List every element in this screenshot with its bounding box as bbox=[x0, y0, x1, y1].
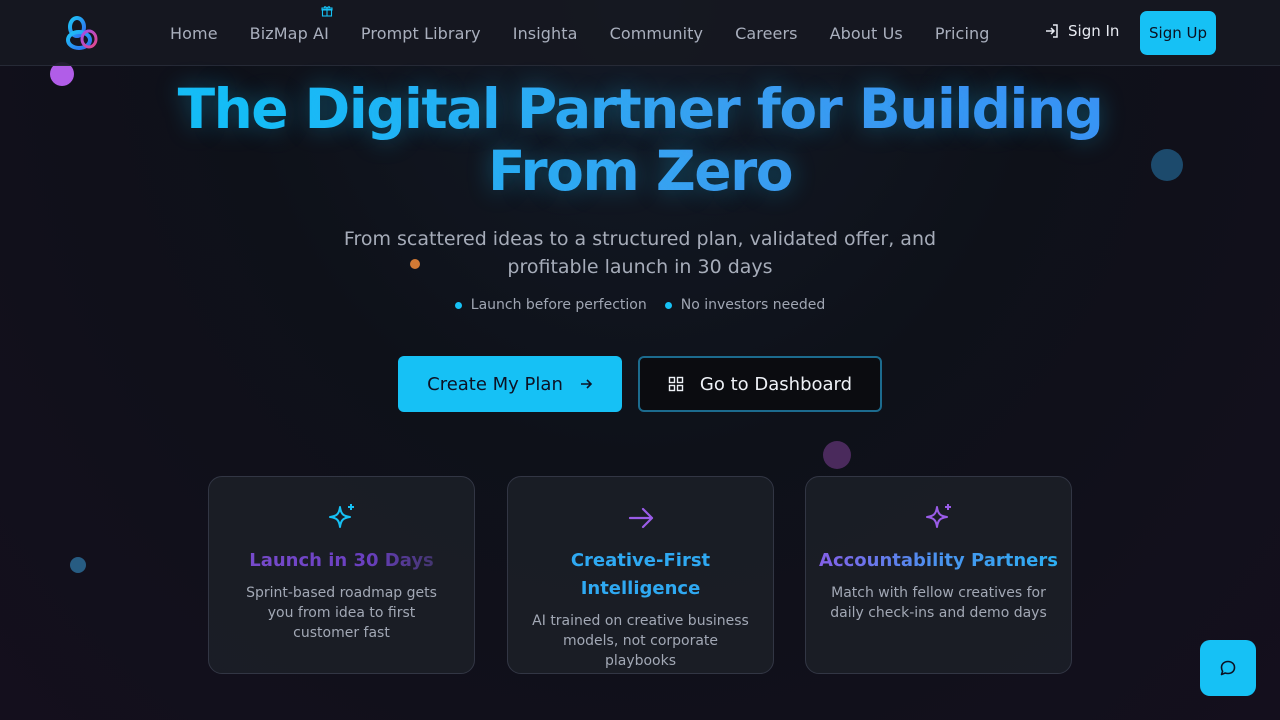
hero-title-line-2: From Zero bbox=[487, 139, 794, 203]
decor-dot-blue-small bbox=[70, 557, 86, 573]
nav-links: Home BizMap AI Prompt Library Insighta C… bbox=[170, 0, 1022, 66]
nav-link-careers[interactable]: Careers bbox=[735, 24, 798, 43]
nav-link-community[interactable]: Community bbox=[610, 24, 704, 43]
hero-subtitle: From scattered ideas to a structured pla… bbox=[320, 225, 960, 281]
nav-link-bizmap-ai[interactable]: BizMap AI bbox=[249, 5, 333, 43]
card-description: Match with fellow creatives for daily ch… bbox=[830, 585, 1047, 621]
nav-link-pricing[interactable]: Pricing bbox=[935, 24, 990, 43]
create-my-plan-button[interactable]: Create My Plan bbox=[398, 356, 622, 412]
sparkles-icon bbox=[328, 504, 354, 528]
top-navbar: Home BizMap AI Prompt Library Insighta C… bbox=[0, 0, 1280, 66]
nav-link-home[interactable]: Home bbox=[170, 24, 218, 43]
bullet-item: Launch before perfection bbox=[454, 297, 647, 313]
chat-button[interactable] bbox=[1200, 640, 1256, 696]
create-my-plan-label: Create My Plan bbox=[427, 373, 563, 395]
nav-link-about-us[interactable]: About Us bbox=[830, 24, 903, 43]
nav-link-bizmap-ai-label: BizMap AI bbox=[249, 23, 329, 43]
bullet-item: No investors needed bbox=[664, 297, 826, 313]
dashboard-grid-icon bbox=[668, 376, 684, 392]
arrow-right-icon bbox=[580, 379, 592, 389]
hero-subtitle-line-1: From scattered ideas to a structured pla… bbox=[343, 228, 937, 250]
bullet-text: Launch before perfection bbox=[470, 297, 647, 313]
decor-dot-violet bbox=[823, 441, 851, 469]
chat-bubble-icon bbox=[1220, 660, 1236, 676]
feature-card-launch: Launch in 30 Days Sprint-based roadmap g… bbox=[208, 476, 475, 674]
bullet-dot-icon bbox=[664, 301, 672, 309]
sign-in-button[interactable]: Sign In bbox=[1044, 22, 1119, 40]
login-icon bbox=[1046, 24, 1058, 38]
bullet-text: No investors needed bbox=[680, 297, 826, 313]
go-to-dashboard-label: Go to Dashboard bbox=[699, 373, 853, 395]
nav-link-insighta[interactable]: Insighta bbox=[513, 24, 578, 43]
hero-title: The Digital Partner for Building From Ze… bbox=[0, 78, 1280, 202]
card-description: AI trained on creative business models, … bbox=[532, 613, 749, 669]
logo-icon[interactable] bbox=[62, 14, 102, 54]
sign-up-button[interactable]: Sign Up bbox=[1140, 11, 1216, 55]
hero-bullets: Launch before perfection No investors ne… bbox=[0, 297, 1280, 313]
gift-icon bbox=[321, 5, 333, 17]
hero-subtitle-line-2: profitable launch in 30 days bbox=[507, 256, 773, 278]
feature-card-accountability: Accountability Partners Match with fello… bbox=[805, 476, 1072, 674]
card-description: Sprint-based roadmap gets you from idea … bbox=[246, 585, 437, 641]
hero-title-line-1: The Digital Partner for Building bbox=[177, 77, 1104, 141]
go-to-dashboard-button[interactable]: Go to Dashboard bbox=[638, 356, 882, 412]
nav-link-prompt-library[interactable]: Prompt Library bbox=[361, 24, 481, 43]
feature-card-creative: Creative-First Intelligence AI trained o… bbox=[507, 476, 774, 674]
sparkles-icon bbox=[925, 504, 951, 528]
card-title: Creative-First Intelligence bbox=[570, 550, 711, 599]
bullet-dot-icon bbox=[454, 301, 462, 309]
card-title: Launch in 30 Days bbox=[209, 547, 474, 575]
card-title: Accountability Partners bbox=[806, 547, 1071, 575]
sign-in-label: Sign In bbox=[1068, 22, 1120, 40]
arrow-right-icon bbox=[628, 507, 653, 529]
